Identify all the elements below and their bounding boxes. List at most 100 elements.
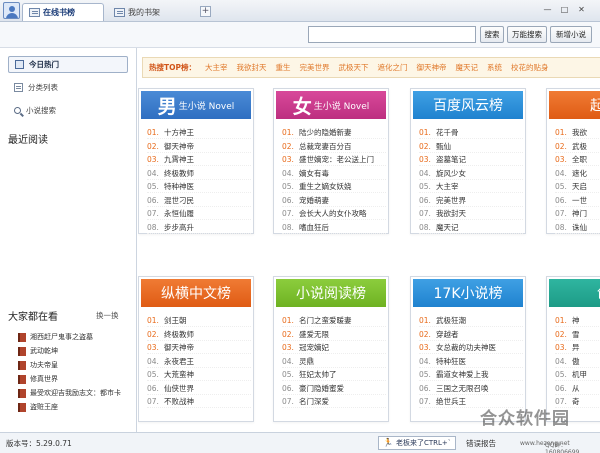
rank-item[interactable]: 03. 九霄神王 [147,154,251,166]
minimize-button[interactable]: — [541,4,554,16]
rank-item[interactable]: 06. 完美世界 [419,195,523,207]
rank-item[interactable]: 01. 神 [555,315,600,327]
add-tab-button[interactable]: + [200,6,211,17]
rank-item[interactable]: 06. 三国之无限召唤 [419,383,523,395]
card-banner[interactable]: 男 生小说 Novel [141,91,251,119]
rank-item[interactable]: 04. 终极教师 [147,168,251,180]
rank-item[interactable]: 06. 从 [555,383,600,395]
rank-item[interactable]: 06. 一世 [555,195,600,207]
rank-item[interactable]: 04. 旋风少女 [419,168,523,180]
add-novel-button[interactable]: 新增小说 [550,26,592,43]
rank-item[interactable]: 01. 陆少的隐婚新妻 [282,127,386,139]
rank-item[interactable]: 03. 盛世嫡宠：老公送上门 [282,154,386,166]
rank-item[interactable]: 07. 不败战神 [147,396,251,408]
list-item[interactable]: 最受欢迎吉我励志文：都市卡 [18,387,136,399]
card-banner[interactable]: 17K小说榜 [413,279,523,307]
maximize-button[interactable]: □ [558,4,571,16]
list-item[interactable]: 修真世界 [18,373,136,385]
search-input[interactable] [308,26,476,43]
list-item[interactable]: 功夫帝皇 [18,359,136,371]
sidebar-item-novel-search[interactable]: 小说搜索 [8,102,128,119]
rank-item[interactable]: 05. 重生之嫡女妖娆 [282,181,386,193]
rank-item[interactable]: 01. 名门之蛮爱暖妻 [282,315,386,327]
hot-tag[interactable]: 校花的贴身 [511,62,549,73]
rank-item[interactable]: 04. 灵鼎 [282,356,386,368]
rank-item[interactable]: 02. 御天神帝 [147,141,251,153]
rank-item[interactable]: 04. 特种狂医 [419,356,523,368]
rank-item[interactable]: 06. 混世刁民 [147,195,251,207]
hot-tag[interactable]: 遮化之门 [378,62,408,73]
rank-item[interactable]: 08. 诛仙 [555,222,600,234]
rank-item[interactable]: 08. 魔天记 [419,222,523,234]
error-report-link[interactable]: 错误报告 [466,438,496,449]
rank-item[interactable]: 08. 嗜血狂后 [282,222,386,234]
rank-item[interactable]: 04. 永夜君王 [147,356,251,368]
rank-item[interactable]: 05. 机甲 [555,369,600,381]
rank-item[interactable]: 04. 嫡女有毒 [282,168,386,180]
rank-item[interactable]: 07. 永恒仙履 [147,208,251,220]
rank-item[interactable]: 06. 仙侠世界 [147,383,251,395]
boss-key-button[interactable]: 🏃 老板来了CTRL+` [378,436,457,450]
card-banner[interactable]: 小说阅读榜 [276,279,386,307]
rank-item[interactable]: 03. 御天神帝 [147,342,251,354]
rank-item[interactable]: 02. 穿越者 [419,329,523,341]
rank-item[interactable]: 06. 宠婚萌妻 [282,195,386,207]
list-item[interactable]: 武动乾坤 [18,345,136,357]
card-banner[interactable]: 创 [549,279,600,307]
rank-item[interactable]: 02. 甄仙 [419,141,523,153]
close-button[interactable]: ✕ [575,4,588,16]
rank-item[interactable]: 02. 雪 [555,329,600,341]
rank-item[interactable]: 06. 豪门隐婚蜜爱 [282,383,386,395]
rank-item[interactable]: 05. 大主宰 [419,181,523,193]
list-item[interactable]: 湘西赶尸鬼事之盗墓 [18,331,136,343]
hot-tag[interactable]: 魔天记 [456,62,479,73]
rank-item[interactable]: 02. 总裁宠妻百分百 [282,141,386,153]
rank-item[interactable]: 03. 异 [555,342,600,354]
rank-item[interactable]: 05. 天启 [555,181,600,193]
rank-item[interactable]: 03. 女总裁的功夫神医 [419,342,523,354]
rank-item[interactable]: 02. 武极 [555,141,600,153]
rank-item[interactable]: 01. 十方神王 [147,127,251,139]
sidebar-item-today-hot[interactable]: 今日热门 [8,56,128,73]
swap-button[interactable]: 换一换 [96,310,119,321]
rank-item[interactable]: 04. 傲 [555,356,600,368]
user-avatar-icon[interactable] [3,2,20,19]
rank-item[interactable]: 07. 名门深爱 [282,396,386,408]
rank-item[interactable]: 02. 终极教师 [147,329,251,341]
rank-item[interactable]: 01. 武极狂潮 [419,315,523,327]
rank-item[interactable]: 01. 剑王朝 [147,315,251,327]
rank-item[interactable]: 01. 花千骨 [419,127,523,139]
sidebar-item-categories[interactable]: 分类列表 [8,79,128,96]
rank-item[interactable]: 05. 大荒蛮神 [147,369,251,381]
universal-search-button[interactable]: 万能搜索 [507,26,547,43]
rank-item[interactable]: 05. 狂妃太帅了 [282,369,386,381]
hot-tag[interactable]: 重生 [276,62,291,73]
rank-item[interactable]: 03. 冠宠嫡妃 [282,342,386,354]
rank-item[interactable]: 08. 步步高升 [147,222,251,234]
rank-item[interactable]: 03. 盗墓笔记 [419,154,523,166]
hot-tag[interactable]: 大主宰 [205,62,228,73]
card-banner[interactable]: 女 生小说 Novel [276,91,386,119]
tab-my-bookshelf[interactable]: 我的书架 [108,3,198,21]
hot-tag[interactable]: 我欲封天 [237,62,267,73]
rank-item[interactable]: 03. 全职 [555,154,600,166]
rank-item[interactable]: 07. 我欲封天 [419,208,523,220]
rank-title: 神 [572,316,580,325]
tab-online-rank[interactable]: 在线书榜 [22,3,104,21]
list-item[interactable]: 盗赃王座 [18,401,136,413]
card-banner[interactable]: 百度风云榜 [413,91,523,119]
hot-tag[interactable]: 完美世界 [300,62,330,73]
card-banner[interactable]: 纵横中文榜 [141,279,251,307]
search-button[interactable]: 搜索 [480,26,504,43]
rank-item[interactable]: 05. 霸道女神爱上我 [419,369,523,381]
rank-item[interactable]: 07. 神门 [555,208,600,220]
rank-item[interactable]: 05. 特种神医 [147,181,251,193]
rank-item[interactable]: 01. 我欲 [555,127,600,139]
hot-tag[interactable]: 武极天下 [339,62,369,73]
rank-item[interactable]: 07. 会长大人的女仆攻略 [282,208,386,220]
rank-item[interactable]: 02. 盛爱无限 [282,329,386,341]
hot-tag[interactable]: 御天神帝 [417,62,447,73]
rank-item[interactable]: 04. 遮化 [555,168,600,180]
hot-tag[interactable]: 系统 [487,62,502,73]
card-banner[interactable]: 起点 [549,91,600,119]
